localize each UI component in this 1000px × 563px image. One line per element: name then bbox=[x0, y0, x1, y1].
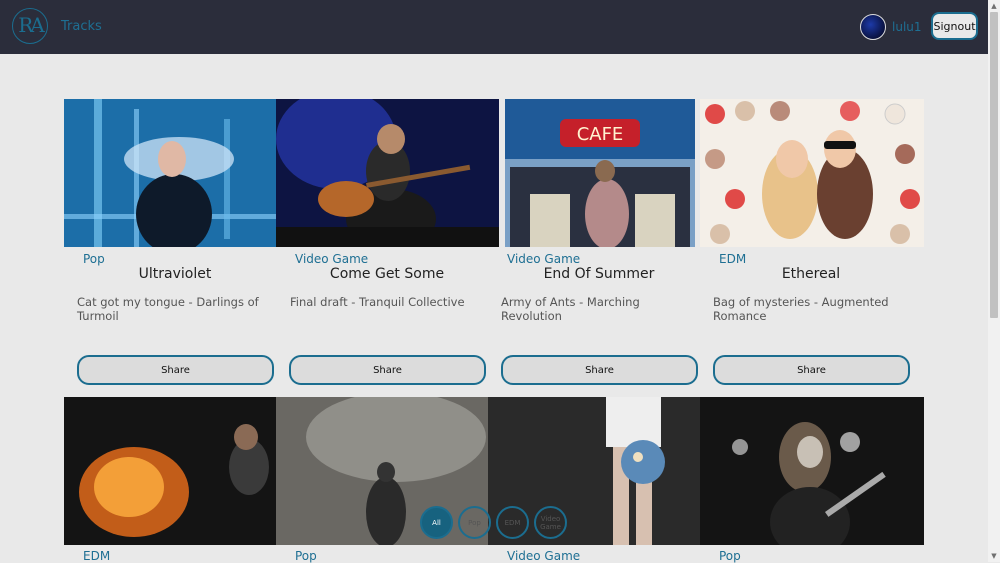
track-genre: Pop bbox=[295, 549, 317, 563]
share-button[interactable]: Share bbox=[501, 355, 698, 385]
logo[interactable]: RA bbox=[12, 8, 48, 44]
track-image-come-get-some bbox=[276, 99, 499, 247]
track-meta: Army of Ants - Marching Revolution bbox=[501, 295, 640, 323]
track-meta: Bag of mysteries - Augmented Romance bbox=[713, 295, 889, 323]
track-image-campfire bbox=[64, 397, 276, 545]
track-genre: Video Game bbox=[295, 252, 369, 266]
logo-text: RA bbox=[18, 13, 45, 37]
track-image-guitarist bbox=[700, 397, 924, 545]
track-genre: EDM bbox=[719, 252, 747, 266]
share-button[interactable]: Share bbox=[713, 355, 910, 385]
track-image-foggy-stage bbox=[276, 397, 488, 545]
scroll-up-arrow-icon[interactable]: ▲ bbox=[988, 0, 1000, 12]
track-image-end-of-summer: CAFE bbox=[505, 99, 695, 247]
filter-video-game-button[interactable]: Video Game bbox=[534, 506, 567, 539]
filter-all-button[interactable]: All bbox=[420, 506, 453, 539]
track-meta: Cat got my tongue - Darlings of Turmoil bbox=[77, 295, 259, 323]
scroll-down-arrow-icon[interactable]: ▼ bbox=[988, 550, 1000, 562]
svg-text:CAFE: CAFE bbox=[577, 124, 624, 145]
signout-button[interactable]: Signout bbox=[931, 12, 978, 40]
track-image-ultraviolet bbox=[64, 99, 276, 247]
track-title: Ethereal bbox=[781, 266, 841, 282]
username[interactable]: lulu1 bbox=[892, 20, 922, 34]
track-genre: EDM bbox=[83, 549, 111, 563]
track-meta: Final draft - Tranquil Collective bbox=[290, 295, 465, 309]
avatar[interactable] bbox=[860, 14, 886, 40]
top-navbar: RA Tracks lulu1 Signout bbox=[0, 0, 988, 54]
scrollbar-thumb[interactable] bbox=[990, 12, 998, 318]
filter-edm-button[interactable]: EDM bbox=[496, 506, 529, 539]
track-title: Come Get Some bbox=[329, 266, 445, 282]
track-title: Ultraviolet bbox=[138, 266, 212, 282]
track-genre: Pop bbox=[83, 252, 105, 266]
track-genre: Pop bbox=[719, 549, 741, 563]
track-genre: Video Game bbox=[507, 549, 581, 563]
filter-pop-button[interactable]: Pop bbox=[458, 506, 491, 539]
track-title: End Of Summer bbox=[543, 266, 655, 282]
share-button[interactable]: Share bbox=[77, 355, 274, 385]
track-genre: Video Game bbox=[507, 252, 581, 266]
track-image-ethereal bbox=[700, 99, 924, 247]
nav-link-tracks[interactable]: Tracks bbox=[61, 19, 102, 34]
share-button[interactable]: Share bbox=[289, 355, 486, 385]
